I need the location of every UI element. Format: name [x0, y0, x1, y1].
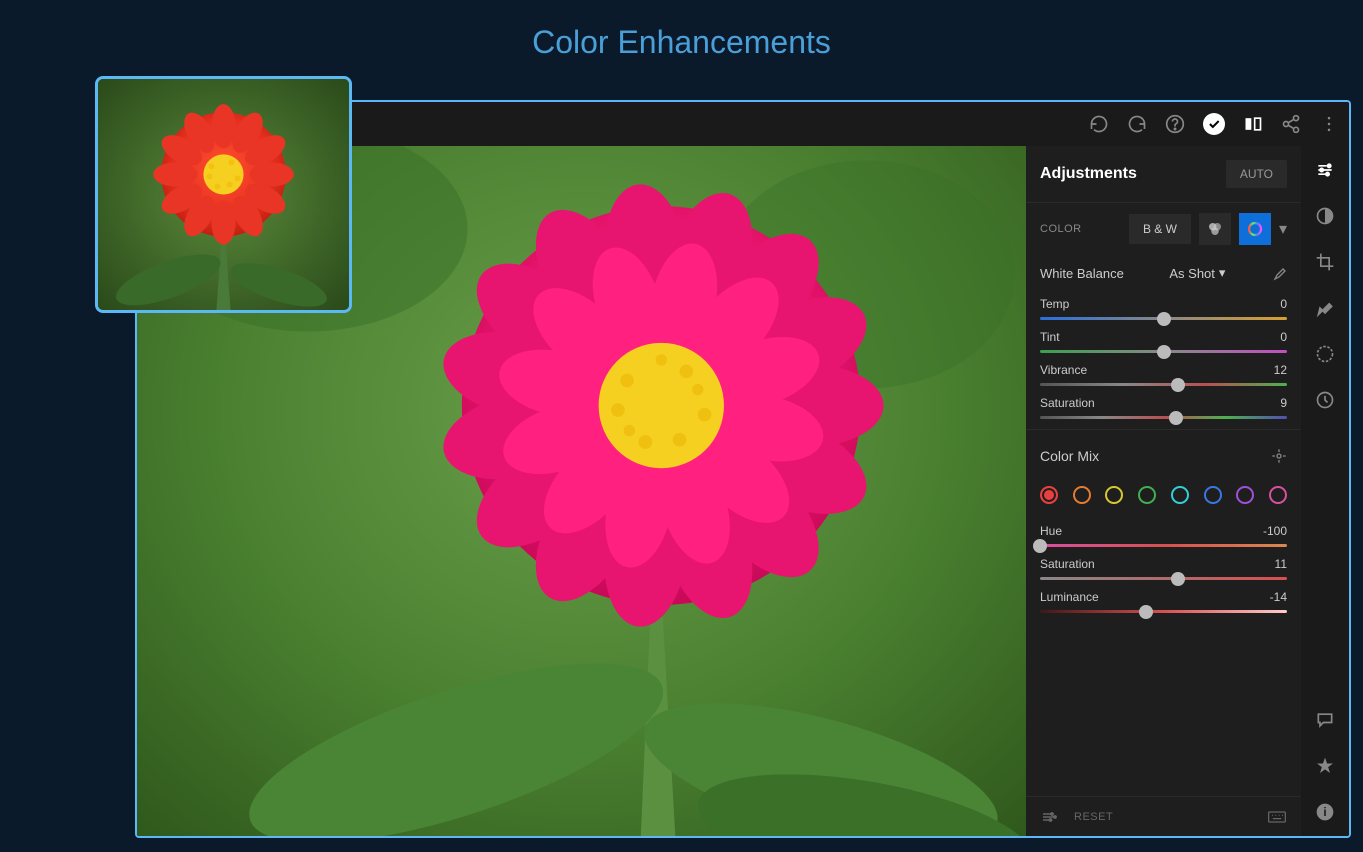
svg-text:i: i [1323, 806, 1326, 819]
slider-track[interactable] [1040, 577, 1287, 580]
share-icon[interactable] [1281, 114, 1301, 134]
more-icon[interactable] [1319, 114, 1339, 134]
adj-slider-temp: Temp 0 [1026, 291, 1301, 324]
comments-icon[interactable] [1313, 708, 1337, 732]
slider-label: Luminance [1040, 590, 1099, 604]
info-icon[interactable]: i [1313, 800, 1337, 824]
mix-slider-hue: Hue -100 [1026, 518, 1301, 551]
slider-track[interactable] [1040, 610, 1287, 613]
slider-label: Vibrance [1040, 363, 1087, 377]
slider-label: Saturation [1040, 396, 1095, 410]
color-mix-swatch-2[interactable] [1105, 486, 1123, 504]
before-thumbnail [95, 76, 352, 313]
color-mix-swatch-0[interactable] [1040, 486, 1058, 504]
color-mix-swatch-6[interactable] [1236, 486, 1254, 504]
adj-slider-tint: Tint 0 [1026, 324, 1301, 357]
mixer-icon[interactable] [1199, 213, 1231, 245]
star-icon[interactable] [1313, 754, 1337, 778]
slider-track[interactable] [1040, 416, 1287, 419]
slider-thumb[interactable] [1171, 572, 1185, 586]
panel-title: Adjustments [1040, 165, 1137, 183]
slider-thumb[interactable] [1171, 378, 1185, 392]
color-mix-swatch-1[interactable] [1073, 486, 1091, 504]
slider-track[interactable] [1040, 317, 1287, 320]
chevron-down-icon: ▾ [1219, 265, 1226, 281]
slider-track[interactable] [1040, 383, 1287, 386]
cloud-status-icon[interactable] [1203, 113, 1225, 135]
slider-label: Saturation [1040, 557, 1095, 571]
mix-slider-luminance: Luminance -14 [1026, 584, 1301, 617]
adjustments-panel: Adjustments AUTO COLOR B & W ▾ White Bal… [1026, 146, 1301, 836]
chevron-down-icon[interactable]: ▾ [1279, 219, 1287, 239]
color-mix-swatch-5[interactable] [1204, 486, 1222, 504]
color-mix-swatch-4[interactable] [1171, 486, 1189, 504]
slider-thumb[interactable] [1033, 539, 1047, 553]
slider-value[interactable]: 9 [1280, 396, 1287, 410]
slider-track[interactable] [1040, 350, 1287, 353]
target-adjustment-icon[interactable] [1271, 448, 1287, 464]
slider-label: Temp [1040, 297, 1069, 311]
slider-thumb[interactable] [1139, 605, 1153, 619]
auto-button[interactable]: AUTO [1226, 160, 1287, 188]
color-grading-icon[interactable] [1239, 213, 1271, 245]
color-mix-label: Color Mix [1040, 448, 1099, 464]
adj-slider-vibrance: Vibrance 12 [1026, 357, 1301, 390]
slider-thumb[interactable] [1157, 312, 1171, 326]
undo-icon[interactable] [1089, 114, 1109, 134]
versions-tool-icon[interactable] [1313, 388, 1337, 412]
page-title: Color Enhancements [532, 24, 831, 61]
slider-value[interactable]: 0 [1280, 330, 1287, 344]
slider-value[interactable]: 0 [1280, 297, 1287, 311]
color-mix-swatch-7[interactable] [1269, 486, 1287, 504]
reset-button[interactable]: RESET [1074, 811, 1113, 823]
white-balance-label: White Balance [1040, 266, 1124, 281]
crop-tool-icon[interactable] [1313, 250, 1337, 274]
slider-value[interactable]: 12 [1274, 363, 1287, 377]
help-icon[interactable] [1165, 114, 1185, 134]
adj-slider-saturation: Saturation 9 [1026, 390, 1301, 423]
previous-adjustments-icon[interactable] [1040, 808, 1058, 826]
adjustments-tool-icon[interactable] [1313, 158, 1337, 182]
slider-value[interactable]: -100 [1263, 524, 1287, 538]
tools-sidebar: i [1301, 146, 1349, 836]
color-mix-swatch-3[interactable] [1138, 486, 1156, 504]
slider-label: Tint [1040, 330, 1060, 344]
lens-blur-tool-icon[interactable] [1313, 342, 1337, 366]
slider-label: Hue [1040, 524, 1062, 538]
keyboard-icon[interactable] [1267, 810, 1287, 824]
slider-value[interactable]: 11 [1275, 557, 1287, 571]
healing-tool-icon[interactable] [1313, 296, 1337, 320]
compare-icon[interactable] [1243, 114, 1263, 134]
mix-slider-saturation: Saturation 11 [1026, 551, 1301, 584]
slider-track[interactable] [1040, 544, 1287, 547]
flower-before [98, 79, 349, 310]
slider-thumb[interactable] [1169, 411, 1183, 425]
white-balance-dropdown[interactable]: As Shot ▾ [1169, 265, 1225, 281]
color-label: COLOR [1040, 223, 1082, 235]
slider-thumb[interactable] [1157, 345, 1171, 359]
eyedropper-icon[interactable] [1271, 265, 1287, 281]
redo-icon[interactable] [1127, 114, 1147, 134]
slider-value[interactable]: -14 [1270, 590, 1287, 604]
bw-button[interactable]: B & W [1129, 214, 1191, 244]
masking-tool-icon[interactable] [1313, 204, 1337, 228]
